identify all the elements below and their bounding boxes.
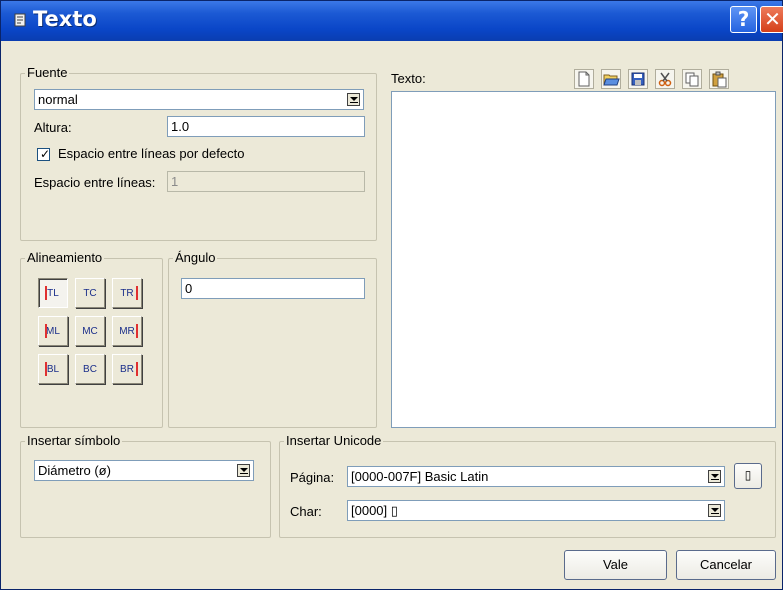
align-bottom-center-button[interactable]: BC [75,354,105,384]
paste-icon [712,71,727,88]
chevron-down-icon[interactable] [708,470,721,483]
unicode-group-legend: Insertar Unicode [284,433,384,449]
align-bottom-left-label: BL [46,364,60,375]
close-button[interactable]: ✕ [760,6,783,33]
align-bottom-center-label: BC [83,364,97,375]
chevron-down-icon[interactable] [237,464,250,477]
copy-button[interactable] [682,69,702,89]
align-middle-left-button[interactable]: ML [38,316,68,346]
angle-group-legend: Ángulo [173,250,218,266]
text-area[interactable] [391,91,776,428]
unicode-group: Insertar Unicode [279,433,776,538]
align-bottom-left-button[interactable]: BL [38,354,68,384]
copy-icon [685,72,699,87]
anchor-marker-icon [136,324,138,338]
font-select-value: normal [38,92,78,107]
unicode-page-label: Página: [290,470,335,485]
unicode-char-select-value: [0000] ▯ [351,503,398,518]
open-folder-icon [603,74,620,86]
unicode-char-label: Char: [290,504,322,519]
help-button[interactable]: ? [730,6,757,33]
open-button[interactable] [601,69,621,89]
checkmark-icon: ✓ [40,147,51,161]
unicode-char-select[interactable]: [0000] ▯ [347,500,725,521]
ok-button-label: Vale [602,557,629,572]
line-spacing-label: Espacio entre líneas: [34,175,156,190]
angle-input[interactable]: 0 [181,278,365,299]
font-group-legend: Fuente [25,65,70,81]
anchor-marker-icon [45,362,47,376]
anchor-marker-icon [136,362,138,376]
save-button[interactable] [628,69,648,89]
align-top-center-button[interactable]: TC [75,278,105,308]
cancel-button[interactable]: Cancelar [676,550,776,580]
line-spacing-input-value: 1 [171,174,179,189]
close-icon: ✕ [764,7,781,31]
text-dialog: Texto ? ✕ Fuente normal Altura: 1.0 ✓ Es… [0,0,783,590]
default-spacing-label: Espacio entre líneas por defecto [58,146,245,161]
height-input[interactable]: 1.0 [167,116,365,137]
help-icon: ? [737,7,750,31]
symbol-group-legend: Insertar símbolo [25,433,123,449]
window-title: Texto [33,7,97,31]
anchor-marker-icon [45,324,47,338]
default-spacing-checkbox[interactable]: ✓ [37,147,51,161]
alignment-group-legend: Alineamiento [25,250,105,266]
symbol-select[interactable]: Diámetro (ø) [34,460,254,481]
height-label: Altura: [34,120,72,135]
cut-button[interactable] [655,69,675,89]
align-top-left-button[interactable]: TL [38,278,68,308]
align-middle-left-label: ML [46,326,60,337]
align-bottom-right-label: BR [120,364,134,375]
angle-input-value: 0 [185,281,193,296]
align-middle-center-button[interactable]: MC [75,316,105,346]
save-icon [631,72,645,86]
align-middle-center-label: MC [82,326,98,337]
align-top-left-label: TL [47,288,59,299]
insert-unicode-button[interactable]: ▯ [734,463,762,489]
cancel-button-label: Cancelar [699,557,753,572]
paste-button[interactable] [709,69,729,89]
symbol-group: Insertar símbolo [20,433,271,538]
title-bar[interactable]: Texto ? ✕ [1,1,783,41]
align-top-center-label: TC [83,288,97,299]
height-input-value: 1.0 [171,119,190,134]
new-file-button[interactable] [574,69,594,89]
cut-icon [658,72,672,87]
new-file-icon [578,71,590,87]
unicode-page-select-value: [0000-007F] Basic Latin [351,469,489,484]
unicode-page-select[interactable]: [0000-007F] Basic Latin [347,466,725,487]
symbol-select-value: Diámetro (ø) [38,463,111,478]
chevron-down-icon[interactable] [347,93,360,106]
anchor-marker-icon [45,286,47,300]
align-top-right-label: TR [120,288,134,299]
anchor-marker-icon [136,286,138,300]
text-label: Texto: [391,71,426,86]
align-middle-right-label: MR [119,326,135,337]
ok-button[interactable]: Vale [564,550,667,580]
insert-unicode-glyph: ▯ [744,468,752,482]
chevron-down-icon[interactable] [708,504,721,517]
line-spacing-input[interactable]: 1 [167,171,365,192]
font-select[interactable]: normal [34,89,364,110]
app-icon [14,13,26,27]
